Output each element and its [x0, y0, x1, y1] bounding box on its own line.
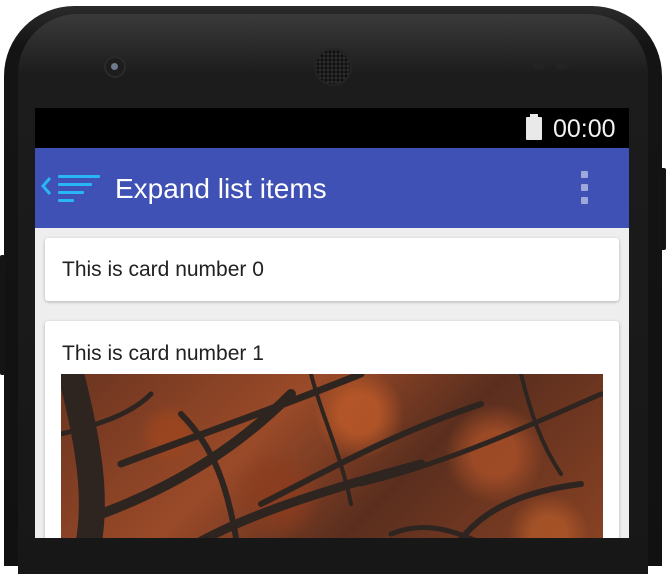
- earpiece-speaker: [316, 50, 350, 84]
- card-1[interactable]: This is card number 1: [45, 321, 619, 538]
- battery-icon: [526, 114, 542, 140]
- card-1-image: [61, 374, 603, 538]
- line-long: [58, 175, 100, 178]
- phone-screen: 00:00 Expand list items This is card num…: [35, 108, 629, 538]
- card-1-text: This is card number 1: [62, 342, 264, 365]
- light-sensor: [555, 58, 569, 70]
- status-bar: 00:00: [35, 108, 629, 148]
- app-bar: Expand list items: [35, 148, 629, 228]
- dot-bottom: [581, 197, 588, 204]
- card-0-text: This is card number 0: [62, 258, 264, 281]
- line-medium: [58, 183, 92, 186]
- line-short: [58, 191, 84, 194]
- more-vert-icon[interactable]: [577, 170, 591, 206]
- dot-middle: [581, 184, 588, 191]
- proximity-sensor: [532, 58, 546, 70]
- page-title: Expand list items: [115, 173, 327, 204]
- card-0[interactable]: This is card number 0: [45, 238, 619, 301]
- line-shortest: [58, 199, 74, 202]
- front-camera: [106, 58, 124, 76]
- tree-branches: [61, 374, 603, 538]
- power-button: [659, 168, 666, 250]
- dot-top: [581, 171, 588, 178]
- card-list: This is card number 0 This is card numbe…: [35, 228, 629, 538]
- sort-lines-icon[interactable]: [58, 173, 102, 202]
- chevron-left-icon[interactable]: [40, 176, 54, 196]
- volume-button: [0, 255, 5, 375]
- status-time: 00:00: [553, 115, 616, 143]
